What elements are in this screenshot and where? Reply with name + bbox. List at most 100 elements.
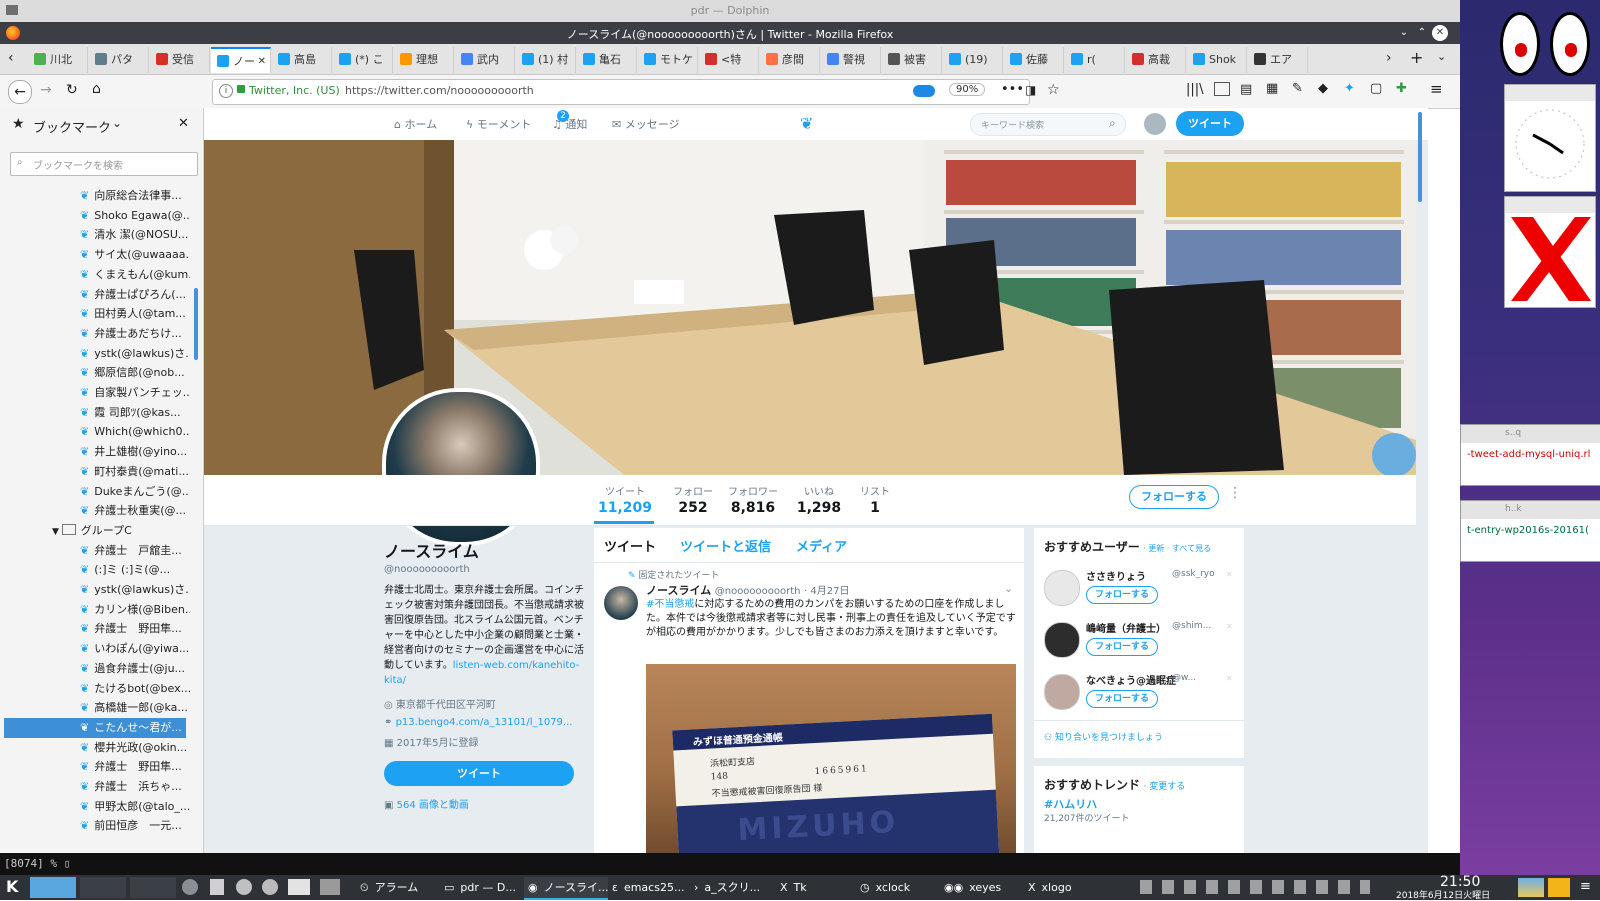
mini-window-2[interactable]: h..k t-entry-wp2016s-20161( (1460, 500, 1600, 562)
user-avatar[interactable] (1044, 570, 1080, 606)
taskbar-task[interactable]: ▭ pdr — D... (440, 877, 524, 898)
bookmark-search-input[interactable]: ⌕ ブックマークを検索 (10, 152, 198, 176)
tab-list-icon[interactable]: ⌄ (1437, 50, 1446, 63)
user-handle[interactable]: @w... (1172, 673, 1196, 683)
reader-icon[interactable]: ▤ (1240, 82, 1252, 97)
minimize-button[interactable]: ⌄ (1396, 25, 1412, 41)
tab-21[interactable]: エア (1248, 47, 1308, 73)
launcher-s-icon[interactable] (262, 879, 278, 895)
forward-icon[interactable]: → (40, 82, 52, 98)
bookmark-item[interactable]: ❦ Which(@which0... (80, 422, 190, 442)
nav-notifications[interactable]: ♫ 通知 2 (552, 110, 587, 132)
search-icon[interactable]: ⌕ (1109, 116, 1116, 131)
pager-desktop-2[interactable] (80, 877, 126, 898)
nav-messages[interactable]: ✉ メッセージ (612, 116, 680, 132)
bookmark-item[interactable]: ❦ ystk(@lawkus)さ... (80, 580, 190, 600)
profile-name[interactable]: ノースライム (384, 538, 584, 562)
media-link[interactable]: ▣ 564 画像と動画 (384, 796, 584, 811)
url-text[interactable]: https://twitter.com/nooooooooorth (345, 84, 534, 97)
launcher-text-icon[interactable] (210, 879, 224, 895)
profile-website[interactable]: ⚭ p13.bengo4.com/a_13101/l_1079... (384, 717, 584, 728)
tray-thumb-2[interactable] (1548, 878, 1570, 897)
user-follow-button[interactable]: フォローする (1086, 638, 1158, 656)
bookmark-item[interactable]: ❦ くまえもん(@kum... (80, 265, 190, 285)
bookmark-item[interactable]: ❦ カリン様(@Biben... (80, 600, 190, 620)
pager-desktop-1[interactable] (30, 877, 76, 898)
tab-13[interactable]: 彦間 (760, 47, 820, 73)
tab-8[interactable]: 武内 (455, 47, 515, 73)
sidebar-title[interactable]: ブックマーク (33, 117, 111, 136)
bookmark-item[interactable]: ❦ 清水 潔(@NOSU... (80, 225, 190, 245)
stat-item[interactable]: いいね 1,298 (788, 483, 850, 516)
tab-12[interactable]: <特 (699, 47, 759, 73)
tab-14[interactable]: 警視 (821, 47, 881, 73)
stat-item[interactable]: ツイート 11,209 (594, 483, 656, 516)
tab-7[interactable]: 理想 (394, 47, 454, 73)
tab-16[interactable]: (19) (943, 47, 1003, 73)
timeline-tab[interactable]: ツイートと返信 (680, 536, 771, 555)
tab-1[interactable]: 川北 (28, 47, 88, 73)
find-friends-text[interactable]: 知り合いを見つけましょう (1055, 733, 1163, 743)
tab-11[interactable]: モトケ (638, 47, 698, 73)
bookmark-item[interactable]: ❦ 弁護士 野田隼... (80, 619, 190, 639)
pager-desktop-3[interactable] (130, 877, 176, 898)
stat-item[interactable]: フォロワー 8,816 (722, 483, 784, 516)
bookmark-item[interactable]: ❦ サイ太(@uwaaaa... (80, 245, 190, 265)
tab-20[interactable]: Shok (1187, 47, 1247, 73)
taskbar-task[interactable]: ⏲ アラーム (356, 877, 440, 898)
media-link-text[interactable]: 564 画像と動画 (397, 800, 469, 811)
tray-icons[interactable] (1140, 880, 1370, 894)
bookmark-item[interactable]: ❦ 弁護士 野田隼... (80, 757, 190, 777)
launcher-grid-icon[interactable] (320, 879, 340, 895)
twitter-bird-icon[interactable]: ❦ (800, 114, 813, 133)
tab-10[interactable]: 亀石 (577, 47, 637, 73)
launcher-circle-icon[interactable] (236, 879, 252, 895)
tweet-author-name[interactable]: ノースライム (646, 584, 711, 597)
xlogo-window[interactable] (1504, 196, 1596, 308)
bookmark-item[interactable]: ❦ 櫻井光政(@okin... (80, 738, 190, 758)
tab-9[interactable]: (1) 村 (516, 47, 576, 73)
tweet-avatar[interactable] (604, 586, 638, 620)
close-button[interactable]: ✕ (1432, 25, 1448, 41)
maximize-button[interactable]: ⌃ (1414, 25, 1430, 41)
twitter-search-input[interactable]: キーワード検索 ⌕ (970, 113, 1126, 136)
sidebar-title-chevron-icon[interactable]: ⌄ (112, 116, 122, 130)
tab-5[interactable]: 高島 (272, 47, 332, 73)
taskbar-task[interactable]: ◉◉ xeyes (940, 877, 1024, 898)
user-name[interactable]: ささきりょう (1086, 568, 1146, 583)
user-name[interactable]: なべきょう@過眠症 (1086, 672, 1176, 687)
bookmark-item[interactable]: ❦ Dukeまんごう(@... (80, 482, 190, 502)
profile-tweet-button[interactable]: ツイート (384, 761, 574, 786)
dismiss-icon[interactable]: ✕ (1226, 570, 1233, 579)
bookmark-item[interactable]: ❦ いわぽん(@yiwa... (80, 639, 190, 659)
page-scrollbar[interactable] (1418, 112, 1422, 202)
bookmark-item[interactable]: ❦ 過食弁護士(@ju... (80, 659, 190, 679)
bookmark-folder-group[interactable]: ▼ グループC (52, 521, 182, 541)
recommended-user[interactable]: なべきょう@過眠症 @w... ✕ フォローする (1044, 672, 1234, 720)
user-follow-button[interactable]: フォローする (1086, 690, 1158, 708)
bookmark-item[interactable]: ❦ ystk(@lawkus)さ... (80, 344, 190, 364)
zoom-level[interactable]: 90% (949, 83, 986, 96)
recommended-user[interactable]: ささきりょう @ssk_ryo ✕ フォローする (1044, 568, 1234, 616)
page-actions-icon[interactable]: ••• (1001, 82, 1024, 97)
stat-item[interactable]: リスト 1 (844, 483, 906, 516)
timeline-tab[interactable]: メディア (796, 536, 847, 555)
nav-home[interactable]: ⌂ ホーム (394, 116, 437, 132)
tweet-author-handle[interactable]: @nooooooooorth (715, 586, 801, 597)
library-icon[interactable]: |||\ (1186, 82, 1204, 97)
nav-moments[interactable]: ϟ モーメント (466, 116, 531, 132)
tab-15[interactable]: 被害 (882, 47, 942, 73)
bookmark-item[interactable]: ❦ 郷原信郎(@nob... (80, 363, 190, 383)
mini-window-1[interactable]: s..q -tweet-add-mysql-uniq.rl (1460, 424, 1600, 486)
info-icon[interactable]: i (219, 84, 233, 98)
recommended-user[interactable]: 嶋﨑量（弁護士） @shim... ✕ フォローする (1044, 620, 1234, 668)
tab-scroll-right-icon[interactable]: › (1386, 50, 1392, 66)
user-avatar[interactable] (1044, 674, 1080, 710)
profile-handle[interactable]: @nooooooooorth (384, 564, 584, 575)
taskbar-task[interactable]: Xxlogo (1024, 877, 1108, 898)
bookmark-item[interactable]: ❦ 甲野太郎(@talo_... (80, 797, 190, 817)
tray-thumb-1[interactable] (1518, 878, 1544, 897)
terminal-strip[interactable]: [8074] % ▯ (0, 853, 1460, 875)
avatar[interactable] (1144, 113, 1166, 135)
tab-scroll-left-icon[interactable]: ‹ (8, 50, 14, 66)
